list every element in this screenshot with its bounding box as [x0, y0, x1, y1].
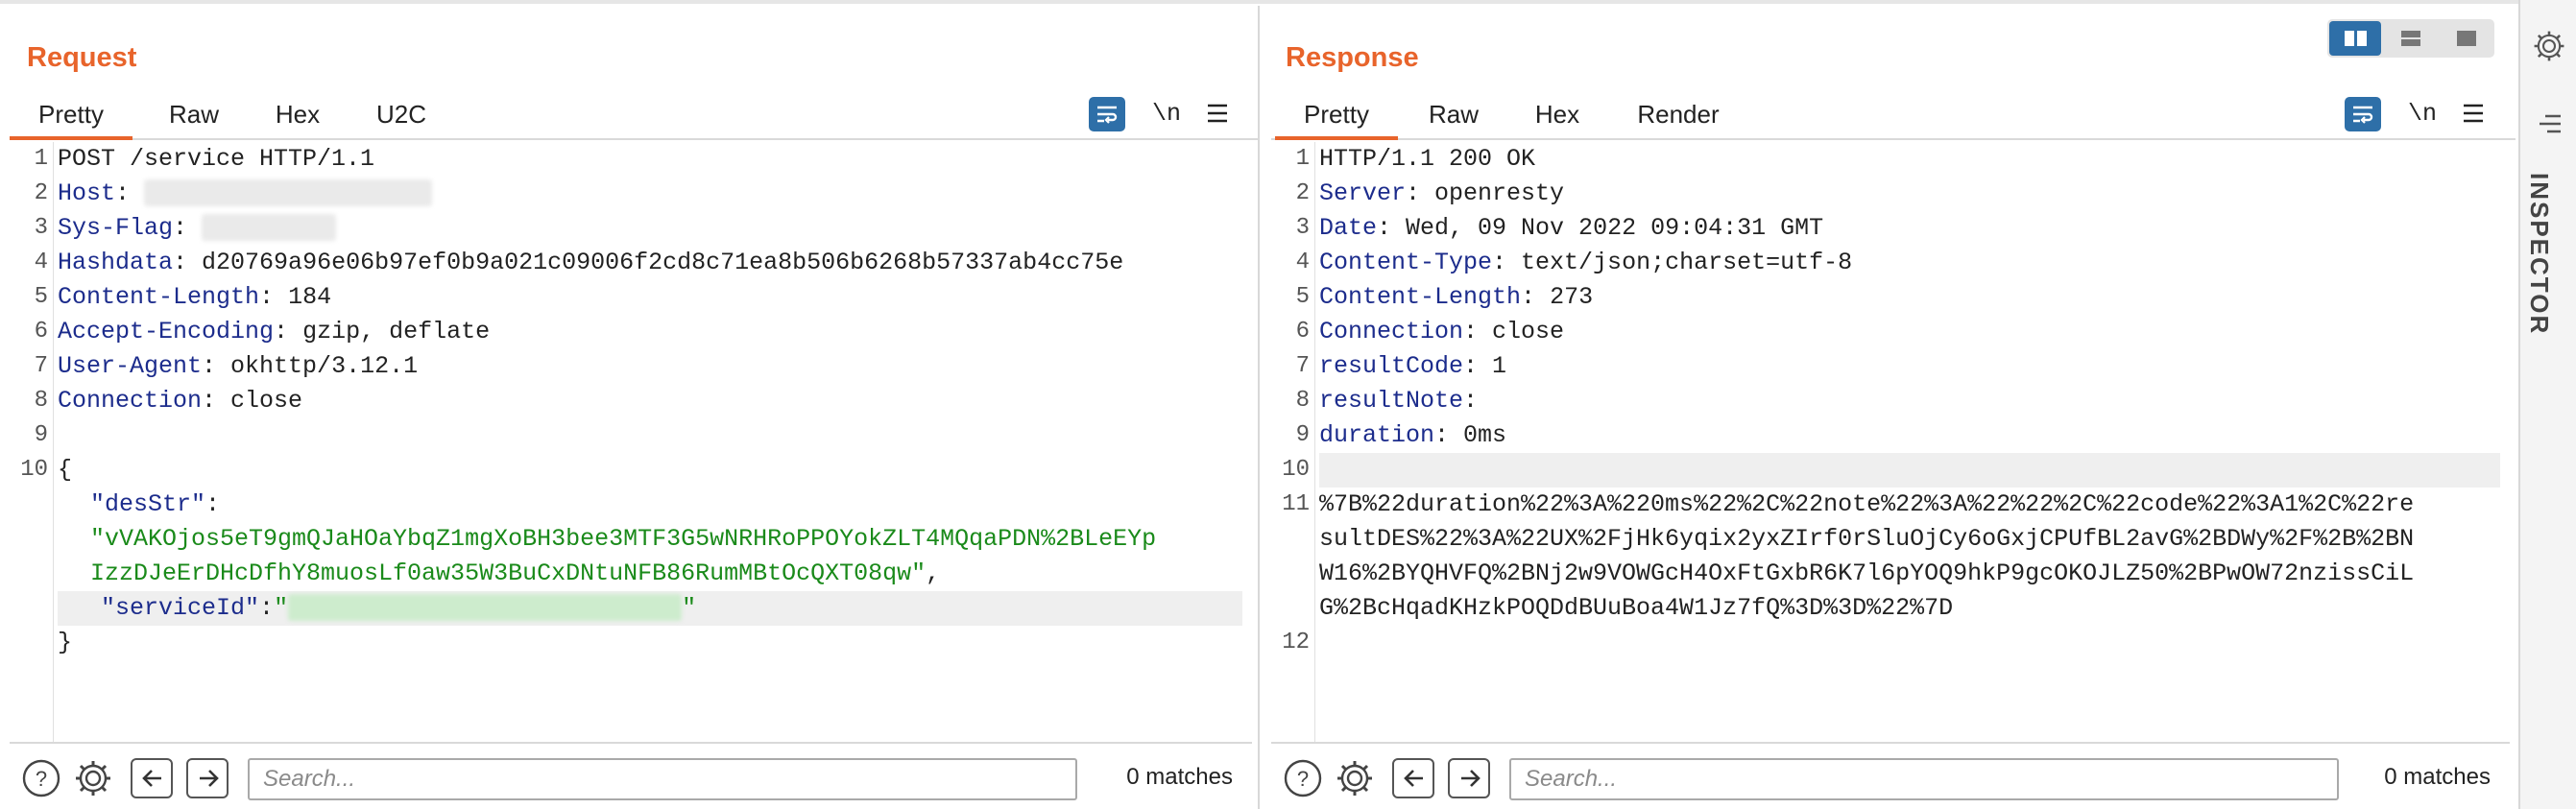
response-tabs: Pretty Raw Hex Render: [1271, 90, 2516, 140]
word-wrap-button[interactable]: [2345, 97, 2381, 131]
redacted-value: [144, 179, 433, 207]
body-line-3: W16%2BYQHVFQ%2BNj2w9VOWGcH4OxFtGxbR6K7l6…: [1319, 559, 2415, 587]
header-content-length: Content-Length: 273: [1319, 283, 1594, 311]
json-close-brace: }: [58, 629, 73, 656]
tab-hex[interactable]: Hex: [250, 90, 346, 140]
tab-pretty[interactable]: Pretty: [10, 90, 132, 140]
split-vertical-button[interactable]: [2385, 21, 2437, 56]
blank-line: [1319, 453, 2500, 488]
header-connection: Connection: close: [58, 387, 303, 415]
header-connection: Connection: close: [1319, 318, 1565, 345]
menu-button[interactable]: [1206, 97, 1229, 131]
hamburger-icon: [2464, 104, 2483, 123]
response-search-bar: ? 0 matches: [1271, 752, 2510, 804]
previous-match-button[interactable]: [1392, 758, 1434, 798]
settings-gear-icon[interactable]: [73, 758, 113, 798]
header-result-code: resultCode: 1: [1319, 352, 1507, 380]
single-view-button[interactable]: [2441, 21, 2492, 56]
settings-gear-icon[interactable]: [2532, 29, 2566, 63]
header-content-length: Content-Length: 184: [58, 283, 332, 311]
split-horizontal-button[interactable]: [2329, 21, 2381, 56]
wrap-icon: [2353, 106, 2373, 124]
json-value-desstr-2: IzzDJeErDHcDfhY8muosLf0aw35W3BuCxDNtuNFB…: [90, 559, 941, 587]
header-accept-encoding: Accept-Encoding: gzip, deflate: [58, 318, 491, 345]
tab-raw[interactable]: Raw: [146, 90, 242, 140]
list-lines-icon[interactable]: [2536, 113, 2563, 134]
request-search-bar: ? 0 matches: [10, 752, 1252, 804]
tab-hex[interactable]: Hex: [1509, 90, 1605, 140]
menu-button[interactable]: [2462, 97, 2485, 131]
search-input[interactable]: [1509, 758, 2339, 800]
columns-icon: [2345, 31, 2367, 46]
inspector-sidebar: INSPECTOR: [2518, 0, 2576, 809]
header-sys-flag: Sys-Flag:: [58, 211, 1242, 246]
previous-match-button[interactable]: [131, 758, 173, 798]
json-key-desstr: "desStr":: [90, 490, 221, 518]
header-duration: duration: 0ms: [1319, 421, 1507, 449]
word-wrap-button[interactable]: [1089, 97, 1125, 131]
request-editor[interactable]: 1 2 3 4 5 6 7 8 9 10 POST /service HTTP/…: [10, 142, 1252, 744]
body-line-4: G%2BcHqadKHzkPOQDdBUuBoa4W1Jz7fQ%3D%3D%2…: [1319, 594, 1954, 622]
show-newlines-button[interactable]: \n: [1152, 97, 1181, 131]
help-icon[interactable]: ?: [1283, 758, 1323, 798]
layout-toggle: [2327, 19, 2494, 58]
inspector-label[interactable]: INSPECTOR: [2524, 173, 2554, 335]
svg-text:?: ?: [36, 767, 47, 791]
tab-pretty[interactable]: Pretty: [1275, 90, 1398, 140]
arrow-right-icon: [200, 770, 219, 787]
next-match-button[interactable]: [186, 758, 229, 798]
header-user-agent: User-Agent: okhttp/3.12.1: [58, 352, 419, 380]
status-line: HTTP/1.1 200 OK: [1319, 145, 1536, 173]
json-value-desstr-1: "vVAKOjos5eT9gmQJaHOaYbqZ1mgXoBH3bee3MTF…: [90, 525, 1157, 553]
settings-gear-icon[interactable]: [1335, 758, 1375, 798]
header-server: Server: openresty: [1319, 179, 1565, 207]
request-panel: Request Pretty Raw Hex U2C \n 1 2 3 4 5 …: [0, 6, 1260, 809]
body-line-1: %7B%22duration%22%3A%220ms%22%2C%22note%…: [1319, 490, 2415, 518]
match-count: 0 matches: [1126, 764, 1233, 790]
svg-text:?: ?: [1297, 767, 1309, 791]
json-open-brace: {: [58, 456, 73, 484]
request-title: Request: [27, 42, 137, 73]
wrap-icon: [1097, 106, 1118, 124]
json-key-serviceid: "serviceId":" ": [58, 591, 1242, 626]
top-border: [0, 0, 2576, 4]
single-pane-icon: [2457, 31, 2476, 46]
tab-raw[interactable]: Raw: [1406, 90, 1502, 140]
match-count: 0 matches: [2384, 764, 2491, 790]
next-match-button[interactable]: [1448, 758, 1490, 798]
request-line: POST /service HTTP/1.1: [58, 145, 375, 173]
arrow-left-icon: [142, 770, 161, 787]
arrow-left-icon: [1404, 770, 1423, 787]
body-line-2: sultDES%22%3A%22UX%2FjHk6yqix2yxZIrf0rSl…: [1319, 525, 2415, 553]
request-tabs: Pretty Raw Hex U2C: [10, 90, 1258, 140]
response-title: Response: [1286, 42, 1419, 73]
rows-icon: [2401, 31, 2420, 46]
redacted-value: [288, 594, 683, 622]
arrow-right-icon: [1461, 770, 1481, 787]
search-input[interactable]: [248, 758, 1077, 800]
response-panel: Response Pretty Raw Hex Render \n 1 2 3 …: [1262, 6, 2516, 809]
tab-render[interactable]: Render: [1619, 90, 1738, 140]
help-icon[interactable]: ?: [21, 758, 61, 798]
header-date: Date: Wed, 09 Nov 2022 09:04:31 GMT: [1319, 214, 1824, 242]
response-editor[interactable]: 1 2 3 4 5 6 7 8 9 10 11 12 HTTP/1.1 200 …: [1271, 142, 2510, 744]
header-host: Host:: [58, 177, 1242, 211]
hamburger-icon: [1208, 104, 1227, 123]
redacted-value: [202, 214, 337, 242]
header-content-type: Content-Type: text/json;charset=utf-8: [1319, 249, 1853, 276]
tab-u2c[interactable]: U2C: [353, 90, 449, 140]
header-hashdata: Hashdata: d20769a96e06b97ef0b9a021c09006…: [58, 249, 1124, 276]
show-newlines-button[interactable]: \n: [2408, 97, 2437, 131]
header-result-note: resultNote:: [1319, 387, 1479, 415]
